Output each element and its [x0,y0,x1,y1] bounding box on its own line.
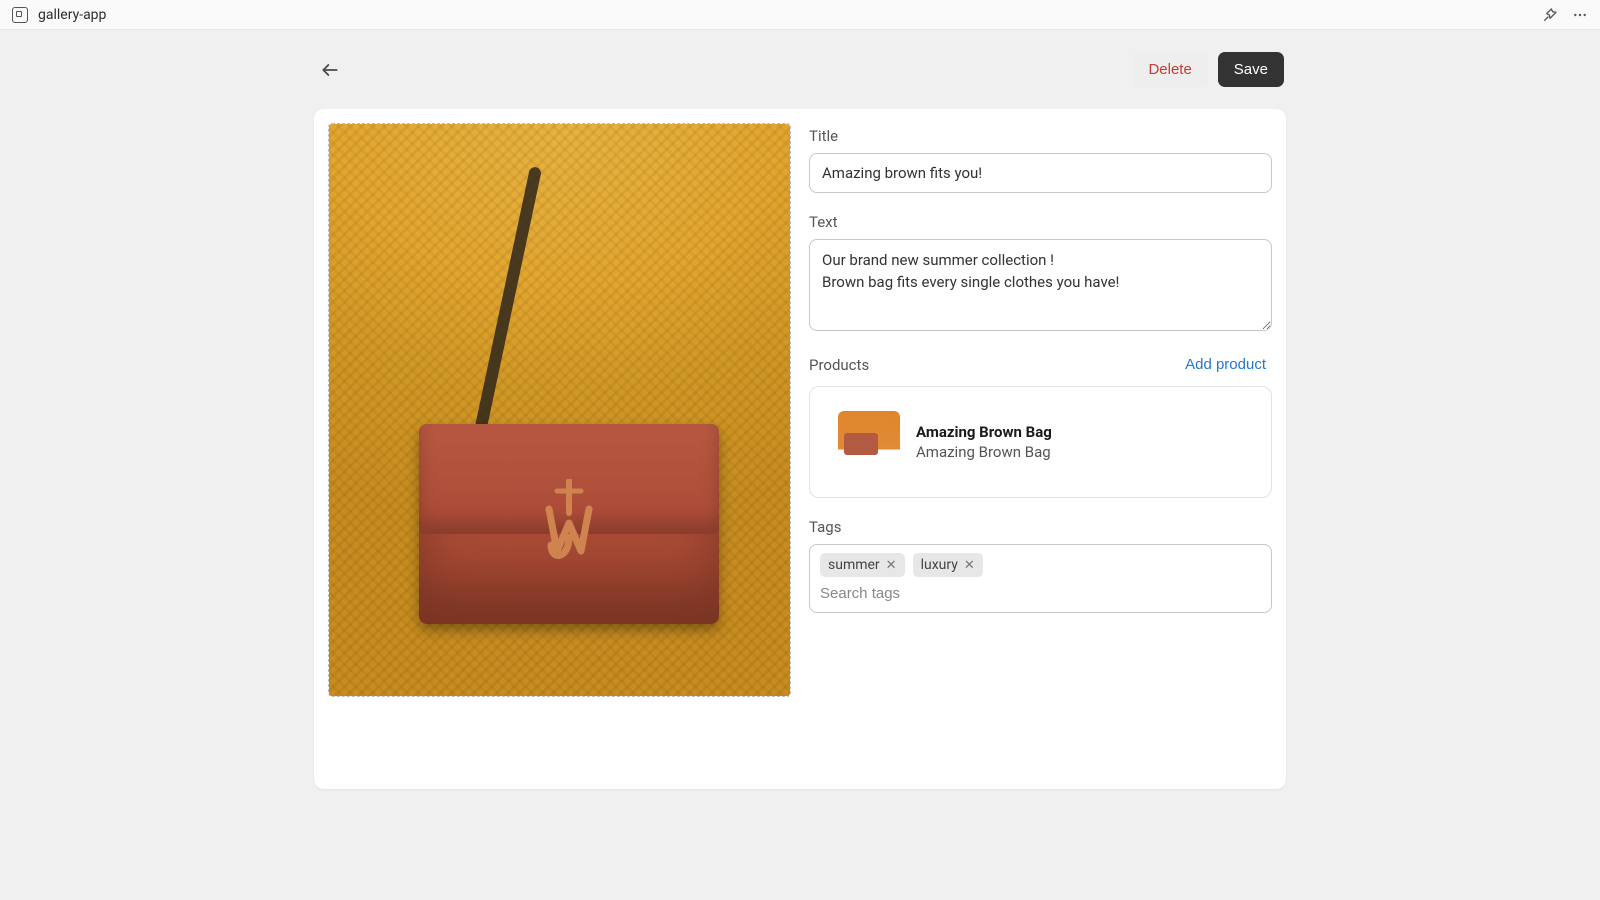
save-button[interactable]: Save [1218,52,1284,87]
form-column: Title Text Products Add product A [809,123,1272,775]
product-photo [329,124,790,696]
tag-row: summer ✕ luxury ✕ [820,553,1261,577]
topbar-right [1542,7,1588,23]
title-input[interactable] [809,153,1272,193]
topbar: gallery-app [0,0,1600,30]
tag-remove-icon[interactable]: ✕ [886,559,897,572]
text-label: Text [809,213,1272,231]
tag-label: summer [828,557,880,573]
pin-icon[interactable] [1542,7,1558,23]
tag-chip: summer ✕ [820,553,905,577]
app-icon [12,7,28,23]
products-label: Products [809,356,869,374]
tags-label: Tags [809,518,1272,536]
tag-chip: luxury ✕ [913,553,983,577]
product-info: Amazing Brown Bag Amazing Brown Bag [916,423,1052,461]
topbar-left: gallery-app [12,7,106,23]
editor-card: Title Text Products Add product A [314,109,1286,789]
tags-box[interactable]: summer ✕ luxury ✕ [809,544,1272,613]
title-label: Title [809,127,1272,145]
action-bar: Delete Save [314,52,1286,87]
tag-label: luxury [921,557,958,573]
action-buttons: Delete Save [1132,52,1284,87]
tag-remove-icon[interactable]: ✕ [964,559,975,572]
delete-button[interactable]: Delete [1132,52,1207,87]
product-card[interactable]: Amazing Brown Bag Amazing Brown Bag [809,386,1272,498]
product-subtitle: Amazing Brown Bag [916,443,1052,461]
image-dropzone[interactable] [328,123,791,697]
back-button[interactable] [316,56,344,84]
product-thumbnail [838,411,900,473]
add-product-button[interactable]: Add product [1179,355,1272,374]
product-title: Amazing Brown Bag [916,423,1052,441]
app-title: gallery-app [38,7,106,23]
text-input[interactable] [809,239,1272,331]
more-icon[interactable] [1572,7,1588,23]
tag-search-input[interactable] [820,583,1261,606]
